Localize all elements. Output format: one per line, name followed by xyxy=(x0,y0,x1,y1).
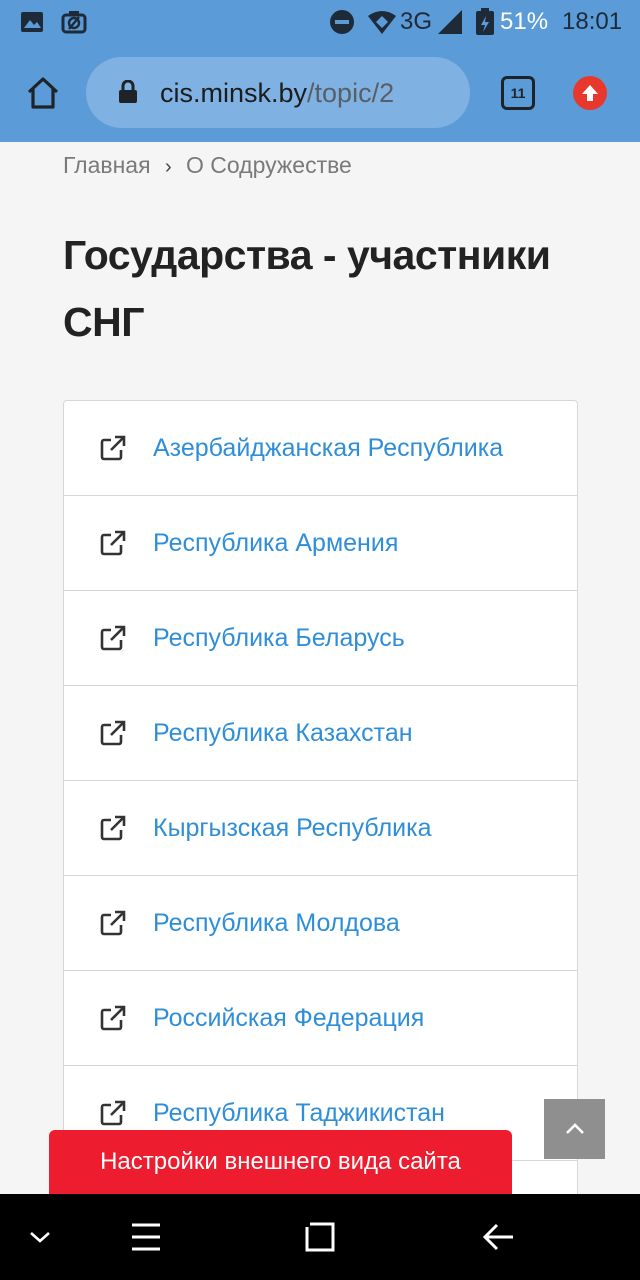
nav-home-button[interactable] xyxy=(298,1194,342,1280)
external-link-icon xyxy=(100,530,126,556)
battery-percent: 51% xyxy=(500,8,549,35)
external-link-icon xyxy=(100,1005,126,1031)
breadcrumb-home-link[interactable]: Главная xyxy=(63,152,151,178)
url-host: cis.minsk.by xyxy=(160,78,308,108)
network-type: 3G xyxy=(400,8,433,35)
external-link-icon xyxy=(100,625,126,651)
lock-icon xyxy=(119,80,137,103)
list-item-link[interactable]: Азербайджанская Республика xyxy=(153,431,503,465)
address-bar[interactable]: cis.minsk.by/topic/2 xyxy=(86,57,470,128)
square-icon xyxy=(305,1222,335,1252)
external-link-icon xyxy=(100,910,126,936)
battery-icon xyxy=(476,8,494,35)
member-states-list: Азербайджанская Республика Республика Ар… xyxy=(63,400,578,1200)
external-link-icon xyxy=(100,720,126,746)
nav-collapse-button[interactable] xyxy=(18,1194,62,1280)
back-arrow-icon xyxy=(482,1223,513,1251)
gallery-icon xyxy=(21,12,43,32)
appearance-settings-button[interactable]: Настройки внешнего вида сайта xyxy=(49,1130,512,1194)
url-path: /topic/2 xyxy=(307,78,395,108)
list-item-belarus[interactable]: Республика Беларусь xyxy=(64,591,577,686)
breadcrumb-current[interactable]: О Содружестве xyxy=(186,152,352,178)
list-item-moldova[interactable]: Республика Молдова xyxy=(64,876,577,971)
list-item-armenia[interactable]: Республика Армения xyxy=(64,496,577,591)
list-item-link[interactable]: Республика Таджикистан xyxy=(153,1096,445,1130)
nav-back-button[interactable] xyxy=(476,1194,520,1280)
chevron-right-icon: › xyxy=(164,156,172,178)
status-bar: 3G 51% 18:01 xyxy=(0,0,640,44)
list-item-kazakhstan[interactable]: Республика Казахстан xyxy=(64,686,577,781)
list-item-link[interactable]: Республика Беларусь xyxy=(153,621,405,655)
wifi-icon xyxy=(368,11,396,34)
do-not-disturb-icon xyxy=(330,10,354,34)
browser-toolbar: cis.minsk.by/topic/2 11 xyxy=(0,44,640,142)
tab-switcher-button[interactable]: 11 xyxy=(501,76,535,110)
list-item-azerbaijan[interactable]: Азербайджанская Республика xyxy=(64,401,577,496)
list-item-link[interactable]: Кыргызская Республика xyxy=(153,811,432,845)
system-navigation-bar xyxy=(0,1194,640,1280)
browser-chrome: 3G 51% 18:01 cis.minsk.by/topic/2 11 xyxy=(0,0,640,142)
external-link-icon xyxy=(100,815,126,841)
chevron-down-icon xyxy=(30,1232,50,1243)
menu-icon xyxy=(132,1223,160,1251)
clock: 18:01 xyxy=(562,8,623,35)
update-button[interactable] xyxy=(573,76,607,110)
list-item-russia[interactable]: Российская Федерация xyxy=(64,971,577,1066)
external-link-icon xyxy=(100,435,126,461)
list-item-link[interactable]: Российская Федерация xyxy=(153,1001,424,1035)
url-text[interactable]: cis.minsk.by/topic/2 xyxy=(160,76,394,110)
camera-off-icon xyxy=(61,11,87,34)
home-icon xyxy=(27,77,59,109)
list-item-link[interactable]: Республика Молдова xyxy=(153,906,400,940)
list-item-kyrgyzstan[interactable]: Кыргызская Республика xyxy=(64,781,577,876)
nav-menu-button[interactable] xyxy=(124,1194,168,1280)
breadcrumb: Главная › О Содружестве xyxy=(63,150,352,182)
external-link-icon xyxy=(100,1100,126,1126)
chevron-up-icon xyxy=(565,1123,584,1134)
list-item-link[interactable]: Республика Казахстан xyxy=(153,716,413,750)
home-button[interactable] xyxy=(18,66,68,120)
arrow-up-icon xyxy=(582,85,598,101)
signal-icon xyxy=(438,10,462,34)
list-item-link[interactable]: Республика Армения xyxy=(153,526,398,560)
scroll-to-top-button[interactable] xyxy=(544,1099,605,1159)
page-title: Государства - участники СНГ xyxy=(63,232,551,345)
